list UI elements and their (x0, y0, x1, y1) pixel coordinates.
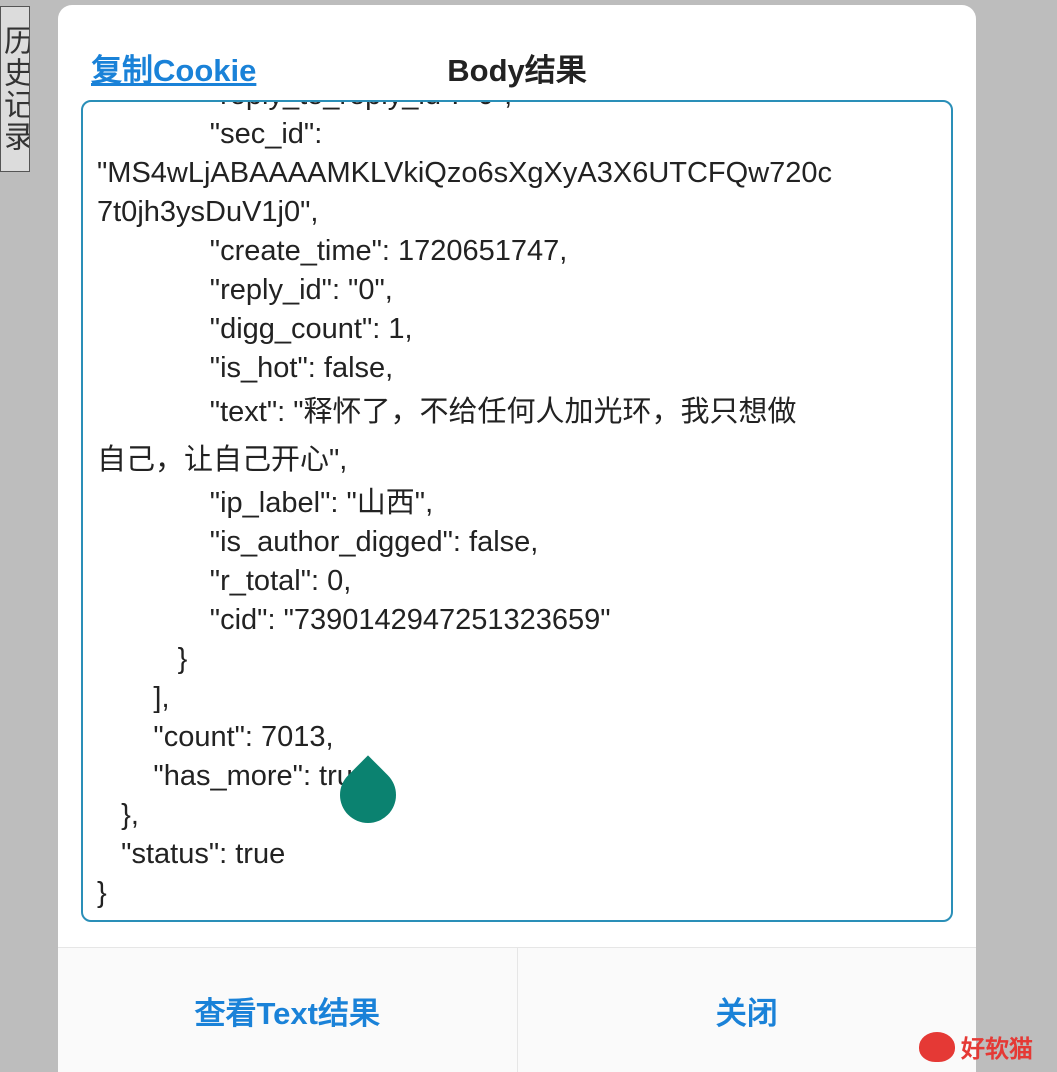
json-line: "reply_to_reply_id": "0", (97, 102, 937, 115)
json-line: "create_time": 1720651747, (97, 235, 568, 267)
json-line: }, (97, 799, 139, 831)
watermark-text: 好软猫 (961, 1035, 1033, 1063)
json-content: "reply_to_reply_id": "0", "sec_id": "MS4w… (97, 102, 937, 913)
json-line: "ip_label": "山西", (97, 487, 434, 519)
json-line: 7t0jh3ysDuV1j0", (97, 196, 319, 228)
json-line: 自己，让自己开心", (97, 444, 348, 476)
json-line: "status": true (97, 838, 286, 870)
json-line: "reply_id": "0", (97, 274, 393, 306)
dialog-footer: 查看Text结果 关闭 (58, 947, 976, 1072)
json-line: "cid": "7390142947251323659" (97, 604, 611, 636)
json-line: "sec_id": (97, 118, 323, 150)
json-line: } (97, 877, 107, 909)
watermark: 好软猫 (919, 1029, 1033, 1064)
json-line: "digg_count": 1, (97, 313, 413, 345)
json-line: ], (97, 682, 170, 714)
json-line: "text": "释怀了，不给任何人加光环，我只想做 (97, 396, 797, 428)
body-result-dialog: 复制Cookie Body结果 "reply_to_reply_id": "0"… (58, 5, 976, 1072)
json-line: "has_more": true (97, 760, 370, 792)
dialog-header: 复制Cookie Body结果 (58, 5, 976, 100)
json-line: "MS4wLjABAAAAMKLVkiQzo6sXgXyA3X6UTCFQw72… (97, 157, 833, 189)
watermark-logo-icon (919, 1031, 955, 1062)
json-line: } (97, 643, 188, 675)
json-line: "is_author_digged": false, (97, 526, 539, 558)
dialog-title: Body结果 (447, 53, 587, 88)
history-tab[interactable]: 历史记录 (0, 6, 30, 172)
view-text-result-button[interactable]: 查看Text结果 (58, 948, 517, 1072)
json-line: "is_hot": false, (97, 352, 394, 384)
close-button[interactable]: 关闭 (516, 948, 977, 1072)
body-text-area[interactable]: "reply_to_reply_id": "0", "sec_id": "MS4w… (81, 100, 953, 922)
json-line: "count": 7013, (97, 721, 334, 753)
json-line: "r_total": 0, (97, 565, 352, 597)
